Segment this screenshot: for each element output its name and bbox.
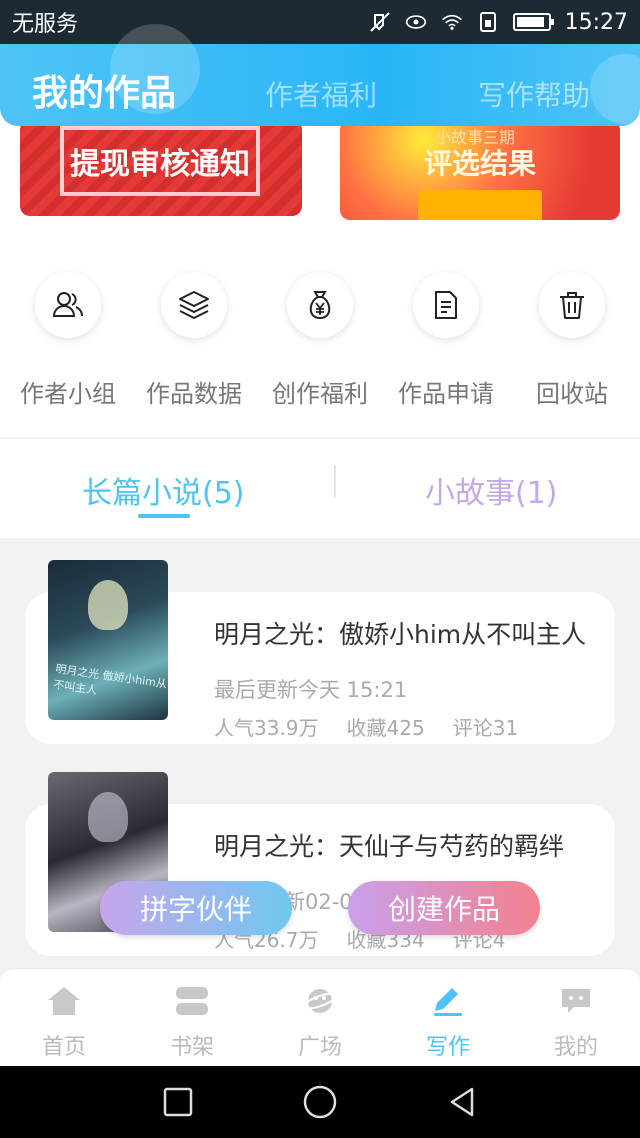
cover-figure: [88, 792, 128, 842]
eye-icon: [405, 11, 427, 33]
banner-story-results[interactable]: 小故事三期 评选结果: [340, 120, 620, 220]
home-circle-icon[interactable]: [302, 1084, 338, 1120]
clock: 15:27: [564, 9, 628, 35]
banner-title: 评选结果: [424, 147, 537, 180]
nav-write[interactable]: 写作: [384, 983, 512, 1061]
quick-action-work-application[interactable]: 作品申请: [382, 272, 510, 409]
chat-face-icon: [556, 983, 596, 1019]
work-title[interactable]: 明月之光：天仙子与芍药的羁绊: [214, 827, 564, 863]
bookshelf-icon: [172, 983, 212, 1019]
status-bar: 无服务 15:27: [0, 0, 640, 44]
nav-mine[interactable]: 我的: [512, 983, 640, 1061]
bottom-nav: 首页 书架 广场 写作 我的: [0, 968, 640, 1068]
quick-action-label: 创作福利: [272, 380, 368, 408]
mute-icon: [369, 11, 391, 33]
tab-my-works[interactable]: 我的作品: [32, 64, 176, 116]
status-icons: 15:27: [369, 10, 628, 35]
tab-writing-help[interactable]: 写作帮助: [478, 74, 590, 114]
work-favorites: 收藏425: [346, 716, 425, 740]
nav-label: 广场: [297, 1035, 342, 1060]
home-icon: [44, 983, 84, 1019]
work-popularity: 人气33.9万: [214, 716, 319, 740]
quick-action-label: 作者小组: [20, 380, 116, 408]
stage-decoration: [418, 190, 542, 220]
nav-label: 首页: [41, 1035, 86, 1060]
segment-long-novels[interactable]: 长篇小说(5): [82, 468, 245, 512]
wifi-icon: [441, 11, 463, 33]
work-stats: 人气33.9万 收藏425 评论31: [214, 712, 518, 741]
work-updated: 最后更新今天 15:21: [214, 678, 408, 702]
cover-figure: [88, 580, 128, 630]
work-title[interactable]: 明月之光：傲娇小him从不叫主人: [214, 615, 586, 651]
quick-action-label: 作品申请: [398, 380, 494, 408]
money-bag-icon: [287, 272, 353, 338]
quick-action-label: 作品数据: [146, 380, 242, 408]
back-icon[interactable]: [444, 1084, 480, 1120]
banner-withdraw-notice[interactable]: 提现审核通知: [20, 120, 302, 216]
book-cover[interactable]: 明月之光 傲娇小him从不叫主人: [48, 560, 168, 720]
quick-action-recycle-bin[interactable]: 回收站: [508, 272, 636, 409]
layers-icon: [161, 272, 227, 338]
tab-author-benefits[interactable]: 作者福利: [265, 74, 377, 114]
work-updated: 新02-0: [284, 890, 353, 914]
pen-icon: [428, 983, 468, 1019]
work-comments: 评论31: [452, 716, 519, 740]
document-icon: [413, 272, 479, 338]
top-tab-bar: 我的作品 作者福利 写作帮助: [0, 24, 640, 126]
quick-action-creation-benefits[interactable]: 创作福利: [256, 272, 384, 409]
nav-label: 我的: [553, 1035, 598, 1060]
battery-icon: [512, 13, 554, 31]
nav-square[interactable]: 广场: [256, 983, 384, 1061]
group-icon: [35, 272, 101, 338]
divider: [0, 437, 640, 439]
banner-title: 提现审核通知: [60, 126, 260, 196]
nav-label: 写作: [425, 1035, 470, 1060]
carrier-text: 无服务: [12, 12, 79, 37]
word-partner-button[interactable]: 拼字伙伴: [100, 881, 292, 935]
create-work-button[interactable]: 创建作品: [348, 881, 540, 935]
segment-short-stories[interactable]: 小故事(1): [425, 468, 558, 512]
sim-icon: [477, 11, 499, 33]
nav-label: 书架: [169, 1035, 214, 1060]
segment-active-indicator: [138, 514, 190, 518]
cover-text: 明月之光 傲娇小him从不叫主人: [52, 662, 168, 698]
quick-action-author-group[interactable]: 作者小组: [4, 272, 132, 409]
trash-icon: [539, 272, 605, 338]
nav-bookshelf[interactable]: 书架: [128, 983, 256, 1061]
quick-action-label: 回收站: [536, 380, 608, 408]
quick-action-work-data[interactable]: 作品数据: [130, 272, 258, 409]
segment-separator: [334, 465, 336, 497]
planet-icon: [300, 983, 340, 1019]
system-nav-bar: [0, 1066, 640, 1138]
nav-home[interactable]: 首页: [0, 983, 128, 1061]
recent-apps-icon[interactable]: [160, 1084, 196, 1120]
